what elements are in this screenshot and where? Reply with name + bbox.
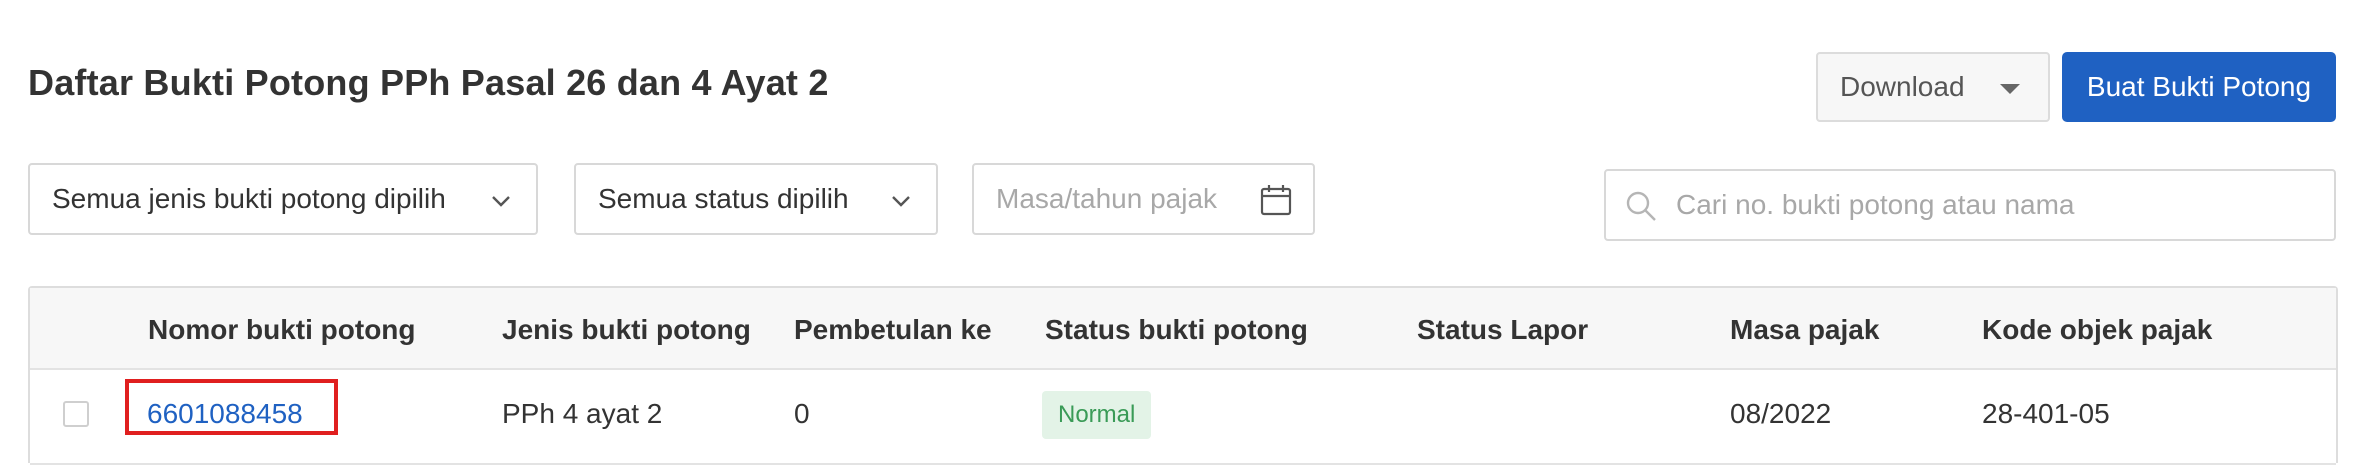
row-checkbox[interactable]	[63, 401, 89, 427]
column-header-nomor[interactable]: Nomor bukti potong	[148, 314, 416, 346]
masa-pajak-cell: 08/2022	[1730, 398, 1832, 429]
search-placeholder: Cari no. bukti potong atau nama	[1676, 189, 2075, 220]
caret-down-icon	[2000, 84, 2020, 94]
create-bukti-potong-button[interactable]: Buat Bukti Potong	[2062, 52, 2336, 122]
tax-period-placeholder: Masa/tahun pajak	[996, 183, 1218, 214]
pembetulan-cell: 0	[794, 398, 810, 429]
column-header-status[interactable]: Status bukti potong	[1045, 314, 1308, 346]
jenis-cell: PPh 4 ayat 2	[502, 398, 663, 429]
chevron-down-icon	[492, 196, 510, 207]
page-title: Daftar Bukti Potong PPh Pasal 26 dan 4 A…	[28, 62, 829, 103]
chevron-down-icon	[892, 196, 910, 207]
column-header-pembetulan[interactable]: Pembetulan ke	[794, 314, 992, 346]
column-header-status-lapor[interactable]: Status Lapor	[1417, 314, 1588, 346]
status-badge: Normal	[1042, 391, 1152, 439]
table-header: Nomor bukti potong Jenis bukti potong Pe…	[30, 288, 2336, 370]
status-filter-value: Semua status dipilih	[598, 183, 849, 214]
search-icon	[1626, 191, 1656, 221]
calendar-icon[interactable]	[1259, 183, 1293, 217]
tax-period-input[interactable]: Masa/tahun pajak	[972, 163, 1315, 235]
bukti-potong-number-link[interactable]: 6601088458	[147, 398, 303, 430]
download-label: Download	[1840, 71, 1965, 102]
table-row: 6601088458 PPh 4 ayat 2 0 Normal 08/2022…	[30, 370, 2336, 465]
type-filter-value: Semua jenis bukti potong dipilih	[52, 183, 446, 214]
bukti-potong-table: Nomor bukti potong Jenis bukti potong Pe…	[28, 286, 2338, 465]
column-header-kode[interactable]: Kode objek pajak	[1982, 314, 2212, 346]
type-filter-select[interactable]: Semua jenis bukti potong dipilih	[28, 163, 538, 235]
status-filter-select[interactable]: Semua status dipilih	[574, 163, 938, 235]
search-input[interactable]: Cari no. bukti potong atau nama	[1604, 169, 2336, 241]
download-dropdown-button[interactable]: Download	[1816, 52, 2050, 122]
column-header-jenis[interactable]: Jenis bukti potong	[502, 314, 751, 346]
column-header-masa[interactable]: Masa pajak	[1730, 314, 1879, 346]
kode-objek-cell: 28-401-05	[1982, 398, 2110, 429]
